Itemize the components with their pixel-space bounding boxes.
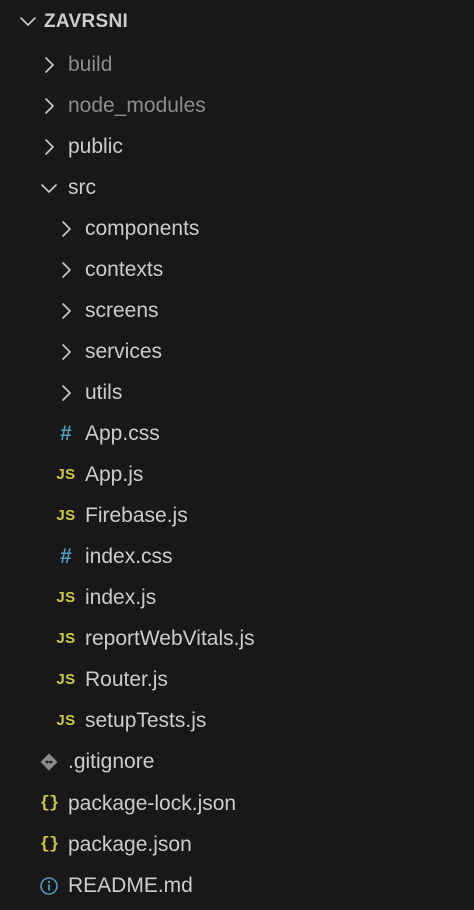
folder-name: public bbox=[68, 134, 123, 158]
file-item[interactable]: JS index.js bbox=[0, 577, 474, 618]
folder-item[interactable]: components bbox=[0, 208, 474, 249]
file-name: App.css bbox=[85, 421, 160, 445]
javascript-file-icon: JS bbox=[56, 712, 76, 729]
file-name: Router.js bbox=[85, 667, 168, 691]
file-explorer: ZAVRSNI build node_modulespublic src compon… bbox=[0, 0, 474, 910]
folder-item[interactable]: contexts bbox=[0, 249, 474, 290]
file-item[interactable]: # App.css bbox=[0, 413, 474, 454]
folder-name: src bbox=[68, 175, 96, 199]
javascript-file-icon: JS bbox=[56, 507, 76, 524]
folder-item[interactable]: public bbox=[0, 126, 474, 167]
file-item[interactable]: README.md bbox=[0, 865, 474, 906]
explorer-section-header[interactable]: ZAVRSNI bbox=[0, 0, 474, 44]
folder-name: services bbox=[85, 339, 163, 363]
explorer-title: ZAVRSNI bbox=[44, 11, 129, 32]
folder-name: screens bbox=[85, 298, 159, 322]
json-file-icon: {} bbox=[39, 835, 59, 854]
folder-item[interactable]: build bbox=[0, 44, 474, 85]
file-name: App.js bbox=[85, 462, 144, 486]
file-name: package-lock.json bbox=[68, 791, 237, 815]
chevron-right-icon bbox=[38, 54, 60, 76]
chevron-right-icon bbox=[38, 95, 60, 117]
css-file-icon: # bbox=[60, 421, 72, 445]
chevron-right-icon bbox=[55, 382, 77, 404]
folder-name: contexts bbox=[85, 257, 164, 281]
javascript-file-icon: JS bbox=[56, 671, 76, 688]
folder-item[interactable]: services bbox=[0, 331, 474, 372]
javascript-file-icon: JS bbox=[56, 630, 76, 647]
file-name: Firebase.js bbox=[85, 503, 188, 527]
git-icon bbox=[38, 751, 60, 773]
file-item[interactable]: {} package-lock.json bbox=[0, 783, 474, 824]
folder-item[interactable]: src bbox=[0, 167, 474, 208]
file-name: index.css bbox=[85, 544, 173, 568]
file-name: .gitignore bbox=[68, 749, 155, 773]
file-item[interactable]: JS setupTests.js bbox=[0, 700, 474, 741]
file-name: index.js bbox=[85, 585, 157, 609]
file-name: README.md bbox=[68, 873, 193, 897]
folder-item[interactable]: screens bbox=[0, 290, 474, 331]
info-icon bbox=[38, 875, 60, 897]
folder-item[interactable]: node_modules bbox=[0, 85, 474, 126]
folder-item[interactable]: utils bbox=[0, 372, 474, 413]
file-item[interactable]: .gitignore bbox=[0, 741, 474, 782]
file-item[interactable]: {} package.json bbox=[0, 824, 474, 865]
chevron-right-icon bbox=[55, 218, 77, 240]
file-item[interactable]: JS App.js bbox=[0, 454, 474, 495]
file-name: setupTests.js bbox=[85, 708, 207, 732]
file-name: reportWebVitals.js bbox=[85, 626, 255, 650]
chevron-right-icon bbox=[55, 300, 77, 322]
file-name: package.json bbox=[68, 832, 192, 856]
chevron-right-icon bbox=[38, 136, 60, 158]
file-item[interactable]: JS reportWebVitals.js bbox=[0, 618, 474, 659]
folder-name: utils bbox=[85, 380, 123, 404]
javascript-file-icon: JS bbox=[56, 466, 76, 483]
folder-name: components bbox=[85, 216, 200, 240]
chevron-right-icon bbox=[55, 341, 77, 363]
chevron-down-icon bbox=[20, 17, 36, 26]
file-item[interactable]: JS Router.js bbox=[0, 659, 474, 700]
json-file-icon: {} bbox=[39, 794, 59, 813]
chevron-right-icon bbox=[55, 259, 77, 281]
folder-name: node_modules bbox=[68, 93, 206, 117]
folder-name: build bbox=[68, 52, 113, 76]
javascript-file-icon: JS bbox=[56, 589, 76, 606]
css-file-icon: # bbox=[60, 544, 72, 568]
file-item[interactable]: # index.css bbox=[0, 536, 474, 577]
chevron-down-icon bbox=[38, 177, 60, 199]
file-item[interactable]: JS Firebase.js bbox=[0, 495, 474, 536]
